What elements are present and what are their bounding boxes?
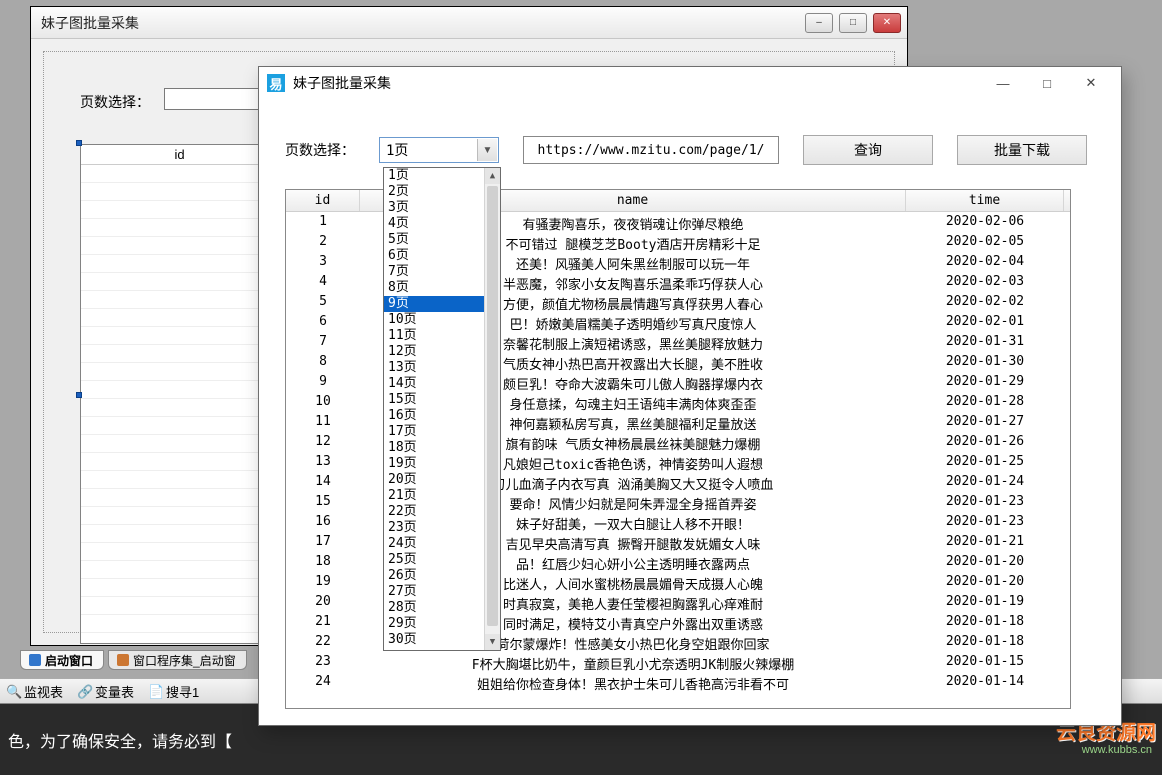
table-row[interactable]: 24姐姐给你检查身体！黑衣护士朱可儿香艳高污非看不可2020-01-14 xyxy=(286,672,1070,692)
magnifier-icon: 🔍 xyxy=(6,684,20,698)
rt-close-button[interactable]: ✕ xyxy=(1069,69,1113,97)
runtime-window: 易 妹子图批量采集 — □ ✕ 页数选择： 1页 ▼ 查询 批量下载 id na… xyxy=(258,66,1122,726)
tool-search[interactable]: 📄搜寻1 xyxy=(148,682,199,701)
page-option[interactable]: 17页 xyxy=(384,424,484,440)
page-option[interactable]: 3页 xyxy=(384,200,484,216)
page-select-label: 页数选择： xyxy=(285,140,355,160)
page-option[interactable]: 23页 xyxy=(384,520,484,536)
page-option[interactable]: 29页 xyxy=(384,616,484,632)
page-option[interactable]: 25页 xyxy=(384,552,484,568)
page-option[interactable]: 14页 xyxy=(384,376,484,392)
scroll-up-icon[interactable]: ▲ xyxy=(485,168,500,184)
table-row[interactable]: 23F杯大胸堪比奶牛，童颜巨乳小尤奈透明JK制服火辣爆棚2020-01-15 xyxy=(286,652,1070,672)
column-time[interactable]: time xyxy=(906,190,1064,211)
close-button[interactable]: ✕ xyxy=(873,13,901,33)
list-icon: 📄 xyxy=(148,684,162,698)
rt-maximize-button[interactable]: □ xyxy=(1025,69,1069,97)
column-id[interactable]: id xyxy=(286,190,360,211)
page-option[interactable]: 1页 xyxy=(384,168,484,184)
page-option[interactable]: 12页 xyxy=(384,344,484,360)
page-select-label: 页数选择： xyxy=(80,92,150,112)
tool-vars[interactable]: 🔗变量表 xyxy=(77,682,134,701)
page-option[interactable]: 7页 xyxy=(384,264,484,280)
page-option[interactable]: 5页 xyxy=(384,232,484,248)
query-button[interactable]: 查询 xyxy=(803,135,933,165)
page-option[interactable]: 26页 xyxy=(384,568,484,584)
runtime-title: 妹子图批量采集 xyxy=(293,73,981,93)
page-combobox[interactable]: 1页 ▼ xyxy=(379,137,499,163)
designer-tabs: 启动窗口 窗口程序集_启动窗 xyxy=(20,650,247,670)
page-option[interactable]: 16页 xyxy=(384,408,484,424)
page-option[interactable]: 21页 xyxy=(384,488,484,504)
tab-startup-window[interactable]: 启动窗口 xyxy=(20,650,104,670)
designer-titlebar: 妹子图批量采集 – □ ✕ xyxy=(31,7,907,39)
page-option[interactable]: 18页 xyxy=(384,440,484,456)
design-listview: id xyxy=(80,144,280,644)
page-option[interactable]: 4页 xyxy=(384,216,484,232)
page-option[interactable]: 11页 xyxy=(384,328,484,344)
design-col-id: id xyxy=(81,145,279,164)
url-input[interactable] xyxy=(523,136,779,164)
scrollbar-thumb[interactable] xyxy=(487,186,498,626)
page-option[interactable]: 20页 xyxy=(384,472,484,488)
page-option[interactable]: 15页 xyxy=(384,392,484,408)
page-option[interactable]: 9页 xyxy=(384,296,484,312)
runtime-titlebar: 易 妹子图批量采集 — □ ✕ xyxy=(259,67,1121,99)
page-dropdown-list[interactable]: 1页2页3页4页5页6页7页8页9页10页11页12页13页14页15页16页1… xyxy=(383,167,501,651)
page-option[interactable]: 28页 xyxy=(384,600,484,616)
chevron-down-icon[interactable]: ▼ xyxy=(477,139,497,161)
page-option[interactable]: 6页 xyxy=(384,248,484,264)
batch-download-button[interactable]: 批量下载 xyxy=(957,135,1087,165)
designer-title: 妹子图批量采集 xyxy=(37,13,805,33)
page-option[interactable]: 13页 xyxy=(384,360,484,376)
watermark-url: www.kubbs.cn xyxy=(1082,744,1152,756)
maximize-button[interactable]: □ xyxy=(839,13,867,33)
page-option[interactable]: 8页 xyxy=(384,280,484,296)
tool-watch[interactable]: 🔍监视表 xyxy=(6,682,63,701)
page-option[interactable]: 24页 xyxy=(384,536,484,552)
tab-window-procset[interactable]: 窗口程序集_启动窗 xyxy=(108,650,247,670)
rt-minimize-button[interactable]: — xyxy=(981,69,1025,97)
link-icon: 🔗 xyxy=(77,684,91,698)
minimize-button[interactable]: – xyxy=(805,13,833,33)
scroll-down-icon[interactable]: ▼ xyxy=(485,634,500,650)
page-option[interactable]: 10页 xyxy=(384,312,484,328)
page-option[interactable]: 22页 xyxy=(384,504,484,520)
page-option[interactable]: 27页 xyxy=(384,584,484,600)
app-icon: 易 xyxy=(267,74,285,92)
page-option[interactable]: 30页 xyxy=(384,632,484,648)
dropdown-scrollbar[interactable]: ▲ ▼ xyxy=(484,168,500,650)
page-option[interactable]: 19页 xyxy=(384,456,484,472)
page-option[interactable]: 2页 xyxy=(384,184,484,200)
